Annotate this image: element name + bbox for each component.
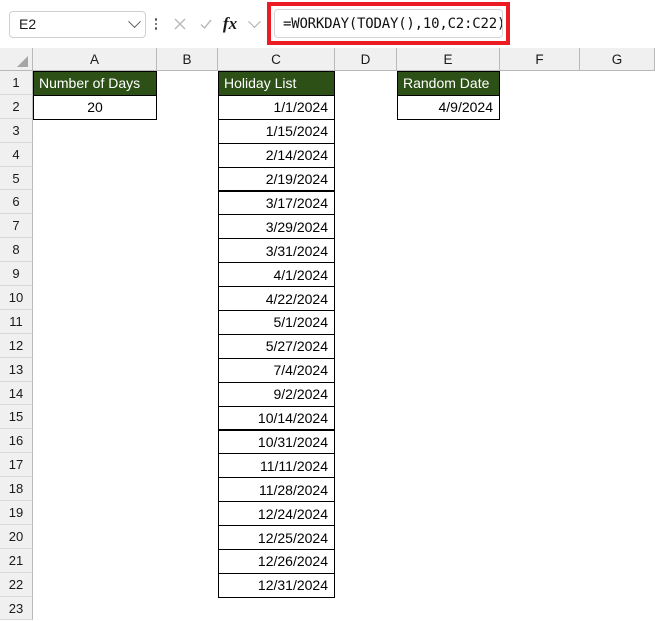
- cell-c19[interactable]: 12/24/2024: [218, 501, 335, 527]
- row-header-19[interactable]: 19: [0, 501, 33, 525]
- cell-c13[interactable]: 7/4/2024: [218, 357, 335, 383]
- cell-a2[interactable]: 20: [33, 94, 157, 120]
- formula-expand-chevron-icon[interactable]: [241, 11, 267, 38]
- cell-e2[interactable]: 4/9/2024: [397, 94, 500, 120]
- formula-bar: E2 fx =WORKDAY(TODAY(),10,C2:C22): [0, 0, 655, 48]
- cell-c5[interactable]: 2/19/2024: [218, 166, 335, 192]
- cell-c12[interactable]: 5/27/2024: [218, 333, 335, 359]
- row-header-7[interactable]: 7: [0, 214, 33, 239]
- row-header-5[interactable]: 5: [0, 166, 33, 191]
- row-header-6[interactable]: 6: [0, 190, 33, 215]
- row-header-15[interactable]: 15: [0, 405, 33, 430]
- more-options-icon[interactable]: [148, 18, 164, 30]
- cell-c21[interactable]: 12/26/2024: [218, 549, 335, 574]
- cell-c7[interactable]: 3/29/2024: [218, 214, 335, 240]
- row-header-2[interactable]: 2: [0, 94, 33, 119]
- row-header-1[interactable]: 1: [0, 71, 33, 95]
- row-header-9[interactable]: 9: [0, 262, 33, 287]
- cell-c15[interactable]: 10/14/2024: [218, 405, 335, 431]
- cell-c11[interactable]: 5/1/2024: [218, 310, 335, 335]
- column-header-g[interactable]: G: [580, 48, 655, 71]
- cell-c4[interactable]: 2/14/2024: [218, 142, 335, 168]
- column-header-f[interactable]: F: [500, 48, 580, 71]
- name-box[interactable]: E2: [9, 10, 146, 38]
- column-header-row: ABCDEFG: [0, 48, 655, 71]
- column-header-e[interactable]: E: [397, 48, 500, 71]
- row-header-23[interactable]: 23: [0, 596, 33, 621]
- row-header-14[interactable]: 14: [0, 381, 33, 406]
- cell-c8[interactable]: 3/31/2024: [218, 238, 335, 264]
- excel-worksheet-screenshot: E2 fx =WORKDAY(TODAY(),10,C2:C22) A B C …: [0, 0, 655, 621]
- column-header-a[interactable]: A: [33, 48, 157, 71]
- row-header-21[interactable]: 21: [0, 548, 33, 573]
- row-header-13[interactable]: 13: [0, 357, 33, 382]
- formula-bar-buttons: fx: [167, 11, 267, 38]
- cell-c10[interactable]: 4/22/2024: [218, 286, 335, 311]
- check-icon[interactable]: [193, 11, 219, 38]
- row-header-11[interactable]: 11: [0, 309, 33, 334]
- cell-c16[interactable]: 10/31/2024: [218, 429, 335, 455]
- row-header-18[interactable]: 18: [0, 477, 33, 502]
- row-header-10[interactable]: 10: [0, 286, 33, 310]
- name-box-value[interactable]: E2: [10, 17, 123, 31]
- cell-c20[interactable]: 12/25/2024: [218, 525, 335, 550]
- select-all-corner[interactable]: [0, 48, 33, 71]
- cell-c2[interactable]: 1/1/2024: [218, 94, 335, 120]
- row-header-17[interactable]: 17: [0, 453, 33, 478]
- row-header-column: 1 2 3 4 5 6 7 8 9 10 11 12 13 14 15 16 17 18 19 20 21 22 23: [0, 71, 33, 621]
- cell-area[interactable]: Number of Days 20 Holiday List 1/1/2024 1/15…: [33, 71, 655, 621]
- cell-e1[interactable]: Random Date: [397, 71, 500, 96]
- cell-c3[interactable]: 1/15/2024: [218, 118, 335, 144]
- column-header-c[interactable]: C: [218, 48, 335, 71]
- chevron-down-icon[interactable]: [123, 14, 145, 29]
- close-icon[interactable]: [167, 11, 193, 38]
- cell-c18[interactable]: 11/28/2024: [218, 477, 335, 503]
- column-header-b[interactable]: B: [157, 48, 218, 71]
- cell-c6[interactable]: 3/17/2024: [218, 190, 335, 216]
- row-header-22[interactable]: 22: [0, 572, 33, 597]
- row-header-3[interactable]: 3: [0, 118, 33, 143]
- formula-highlight-box: [267, 2, 510, 45]
- cell-c9[interactable]: 4/1/2024: [218, 262, 335, 288]
- cell-c14[interactable]: 9/2/2024: [218, 381, 335, 407]
- row-header-16[interactable]: 16: [0, 429, 33, 454]
- row-header-8[interactable]: 8: [0, 238, 33, 263]
- cell-c22[interactable]: 12/31/2024: [218, 572, 335, 598]
- cell-c1[interactable]: Holiday List: [218, 71, 335, 96]
- insert-function-icon[interactable]: fx: [219, 11, 241, 38]
- row-header-4[interactable]: 4: [0, 142, 33, 167]
- worksheet-grid[interactable]: ABCDEFG 1 2 3 4 5 6 7 8 9 10 11 12 13 14 15 16 17 18 19 20 2…: [0, 48, 655, 621]
- column-header-d[interactable]: D: [335, 48, 397, 71]
- row-header-20[interactable]: 20: [0, 524, 33, 549]
- row-header-12[interactable]: 12: [0, 333, 33, 358]
- cell-a1[interactable]: Number of Days: [33, 71, 157, 96]
- cell-c17[interactable]: 11/11/2024: [218, 453, 335, 479]
